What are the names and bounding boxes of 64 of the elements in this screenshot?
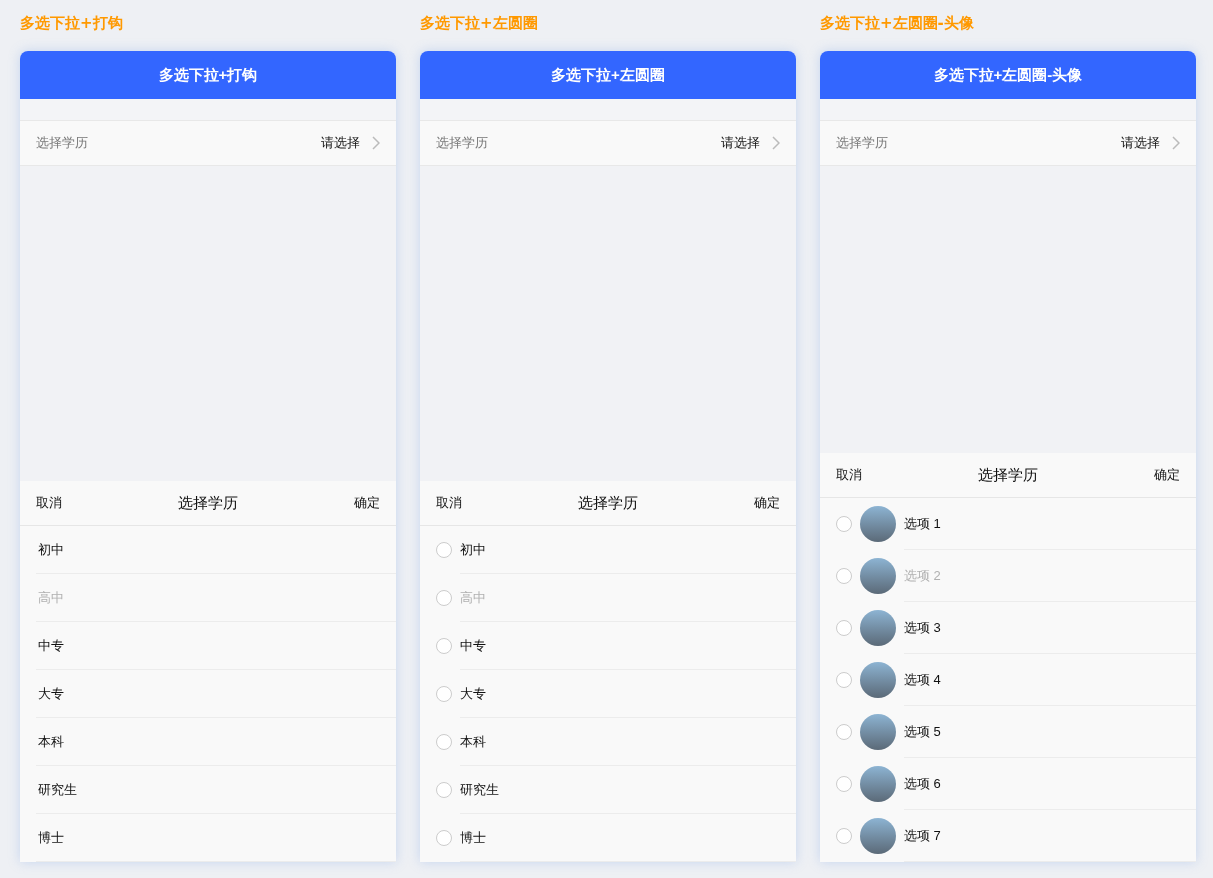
field-value: 请选择: [1121, 134, 1160, 153]
radio-icon[interactable]: [436, 686, 452, 702]
option-label[interactable]: 中专: [460, 635, 486, 656]
radio-icon[interactable]: [436, 782, 452, 798]
avatar-photo-placeholder: [860, 610, 896, 646]
chevron-right-icon: [1172, 136, 1180, 150]
select-field[interactable]: 选择学历 请选择: [20, 120, 396, 166]
confirm-button[interactable]: 确定: [1154, 465, 1180, 485]
avatar-photo-placeholder: [860, 506, 896, 542]
option-label[interactable]: 本科: [38, 731, 64, 752]
section-title: 多选下拉+左圆圈: [420, 13, 539, 34]
radio-icon[interactable]: [836, 672, 852, 688]
option-label[interactable]: 中专: [38, 635, 64, 656]
header-title: 多选下拉+左圆圈-头像: [933, 64, 1083, 85]
option-label[interactable]: 大专: [460, 683, 486, 704]
option-label[interactable]: 研究生: [460, 779, 499, 800]
header-title: 多选下拉+左圆圈: [551, 64, 665, 85]
avatar-photo-placeholder: [860, 558, 896, 594]
option-label[interactable]: 选项 4: [904, 669, 941, 690]
popup-title: 选择学历: [978, 464, 1038, 485]
option-label[interactable]: 博士: [460, 827, 486, 848]
radio-icon[interactable]: [436, 734, 452, 750]
option-label[interactable]: 选项 1: [904, 513, 941, 534]
radio-icon[interactable]: [436, 638, 452, 654]
option-label[interactable]: 研究生: [38, 779, 77, 800]
section-title: 多选下拉+打钩: [20, 13, 124, 34]
section-title: 多选下拉+左圆圈-头像: [820, 13, 975, 34]
chevron-right-icon: [372, 136, 380, 150]
popup-title: 选择学历: [178, 492, 238, 513]
popup-title: 选择学历: [578, 492, 638, 513]
option-label[interactable]: 初中: [38, 539, 64, 560]
avatar-photo-placeholder: [860, 766, 896, 802]
header-title: 多选下拉+打钩: [158, 64, 258, 85]
field-value: 请选择: [321, 134, 360, 153]
cancel-button[interactable]: 取消: [836, 465, 862, 485]
option-label[interactable]: 选项 5: [904, 721, 941, 742]
option-label[interactable]: 选项 7: [904, 825, 941, 846]
radio-icon[interactable]: [436, 830, 452, 846]
select-field[interactable]: 选择学历 请选择: [420, 120, 796, 166]
confirm-button[interactable]: 确定: [354, 493, 380, 513]
option-label[interactable]: 选项 3: [904, 617, 941, 638]
field-label: 选择学历: [36, 134, 88, 153]
option-label[interactable]: 大专: [38, 683, 64, 704]
cancel-button[interactable]: 取消: [436, 493, 462, 513]
confirm-button[interactable]: 确定: [754, 493, 780, 513]
radio-icon[interactable]: [836, 828, 852, 844]
option-label[interactable]: 初中: [460, 539, 486, 560]
field-label: 选择学历: [436, 134, 488, 153]
radio-icon[interactable]: [836, 516, 852, 532]
radio-icon[interactable]: [836, 776, 852, 792]
select-field[interactable]: 选择学历 请选择: [820, 120, 1196, 166]
radio-icon[interactable]: [436, 542, 452, 558]
option-label[interactable]: 选项 6: [904, 773, 941, 794]
avatar-photo-placeholder: [860, 662, 896, 698]
field-value: 请选择: [721, 134, 760, 153]
field-label: 选择学历: [836, 134, 888, 153]
option-label[interactable]: 博士: [38, 827, 64, 848]
avatar-photo-placeholder: [860, 714, 896, 750]
radio-icon[interactable]: [836, 620, 852, 636]
chevron-right-icon: [772, 136, 780, 150]
radio-icon[interactable]: [836, 724, 852, 740]
cancel-button[interactable]: 取消: [36, 493, 62, 513]
avatar-photo-placeholder: [860, 818, 896, 854]
option-label[interactable]: 本科: [460, 731, 486, 752]
